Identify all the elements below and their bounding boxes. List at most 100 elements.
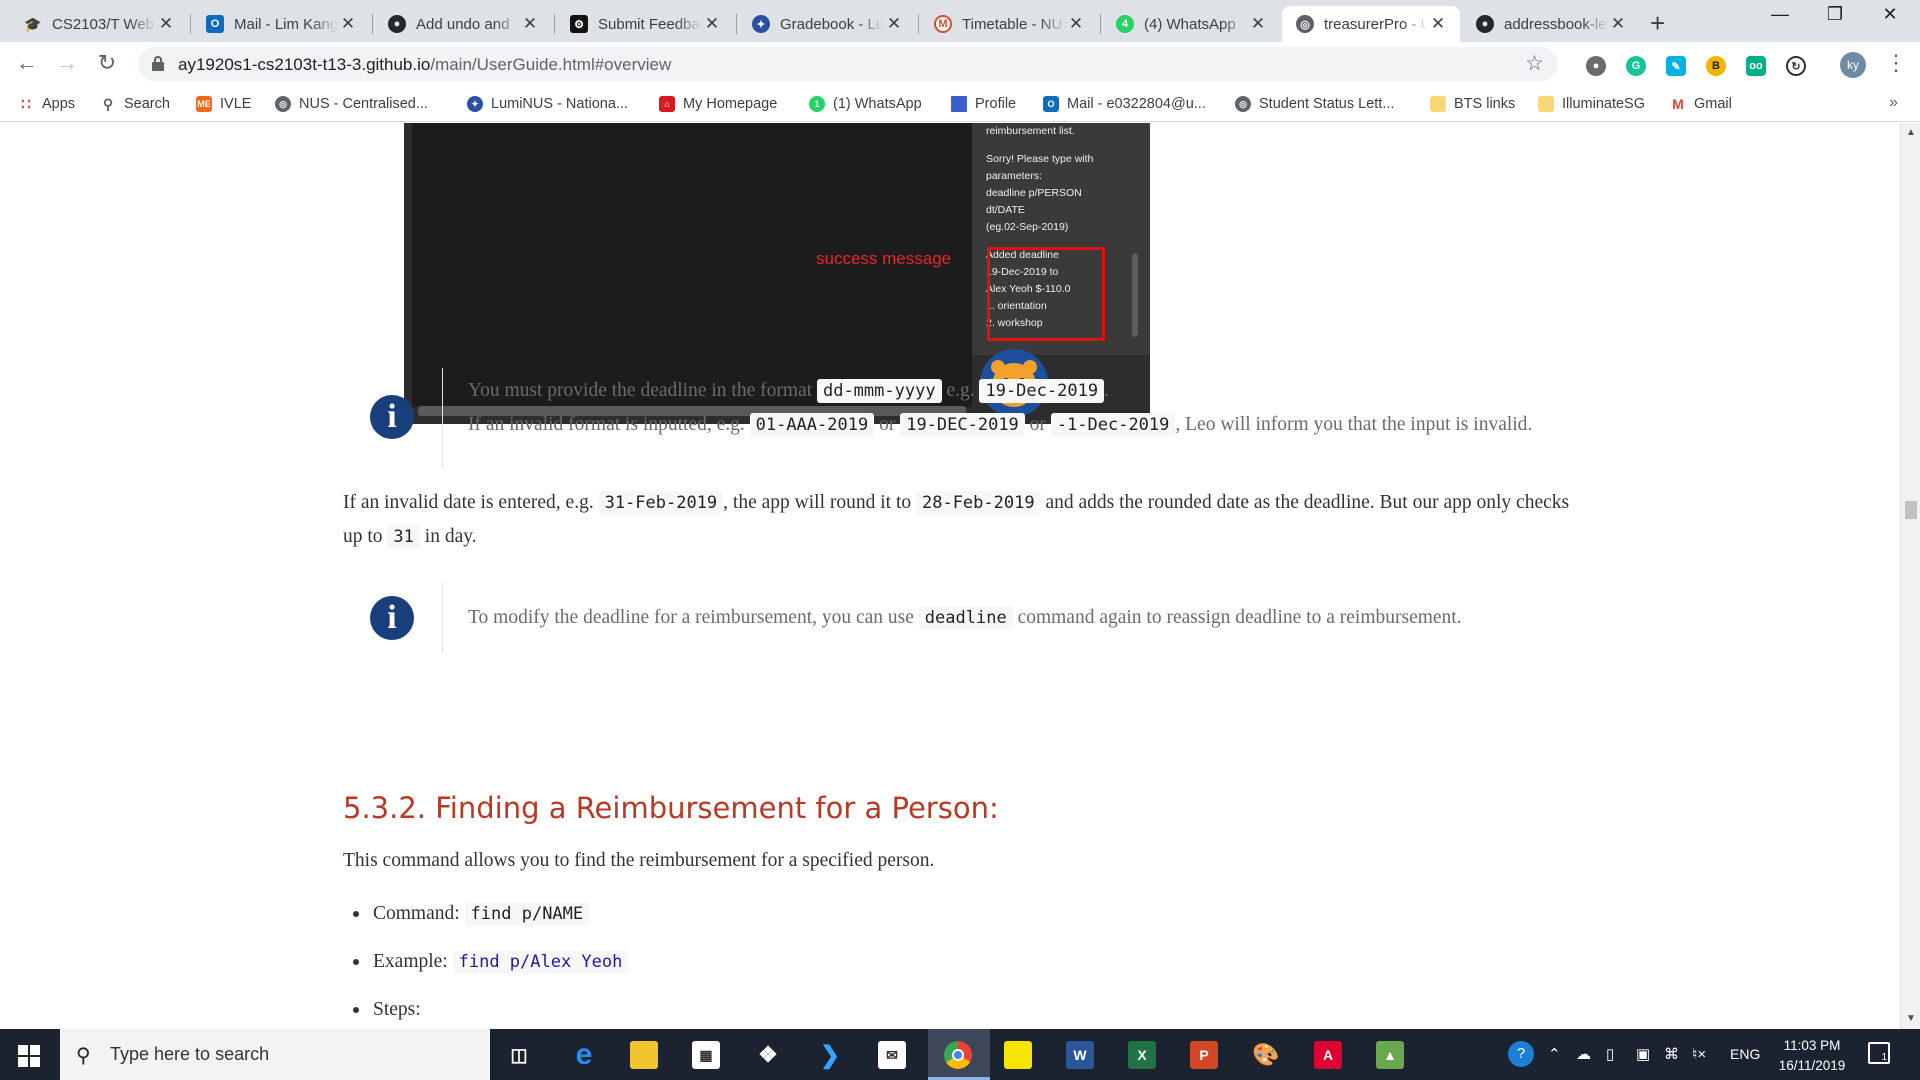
inline-code: -1-Dec-2019: [1050, 413, 1176, 437]
sticky-notes-icon[interactable]: [1004, 1041, 1032, 1069]
edge-icon[interactable]: e: [570, 1038, 598, 1071]
bookmark-ivle[interactable]: ME IVLE: [196, 93, 251, 115]
taskbar-search-box[interactable]: ⚲ Type here to search: [60, 1029, 490, 1080]
close-icon[interactable]: ✕: [1428, 14, 1448, 34]
close-icon[interactable]: ✕: [1066, 14, 1086, 34]
bookmark-apps[interactable]: ∷ Apps: [18, 93, 75, 115]
grammarly-icon[interactable]: G: [1626, 56, 1646, 76]
restore-button[interactable]: ❐: [1805, 4, 1865, 25]
tab-cs2103-website[interactable]: 🎓 CS2103/T Website ✕: [10, 6, 188, 42]
bookmark-bts-links[interactable]: BTS links: [1430, 93, 1515, 115]
mail-icon[interactable]: ✉: [878, 1041, 906, 1069]
bookmark-star-icon[interactable]: ☆: [1525, 51, 1544, 76]
close-icon[interactable]: ✕: [884, 14, 904, 34]
extension-circle-icon[interactable]: ●: [1586, 56, 1606, 76]
device-icon[interactable]: ▣: [1636, 1045, 1650, 1063]
bookmark-profile[interactable]: Profile: [951, 93, 1016, 115]
angular-icon[interactable]: A: [1314, 1041, 1342, 1069]
profile-avatar[interactable]: ky: [1840, 52, 1866, 78]
scrollbar-thumb[interactable]: [1905, 501, 1917, 519]
close-icon[interactable]: ✕: [1248, 14, 1268, 34]
globe-icon: ◎: [275, 96, 291, 112]
address-bar[interactable]: ay1920s1-cs2103t-t13-3.github.io/main/Us…: [138, 47, 1558, 81]
text-run: e.g.: [941, 380, 980, 401]
text-run: or: [874, 414, 901, 435]
tray-chevron-icon[interactable]: ⌃: [1548, 1045, 1561, 1063]
close-icon[interactable]: ✕: [338, 14, 358, 34]
bookmark-illuminatesg[interactable]: IlluminateSG: [1538, 93, 1645, 115]
url-host: ay1920s1-cs2103t-t13-3.github.io: [178, 55, 431, 74]
paint-icon[interactable]: 🎨: [1252, 1041, 1280, 1069]
b-extension-icon[interactable]: B: [1706, 56, 1726, 76]
close-icon[interactable]: ✕: [1608, 14, 1628, 34]
back-button[interactable]: ←: [12, 50, 42, 76]
store-icon[interactable]: ▦: [692, 1041, 720, 1069]
taskbar-clock[interactable]: 11:03 PM 16/11/2019: [1772, 1036, 1852, 1076]
minimize-button[interactable]: —: [1750, 4, 1810, 25]
chrome-icon[interactable]: [944, 1041, 972, 1069]
close-window-button[interactable]: ✕: [1860, 4, 1920, 25]
bookmark-label: My Homepage: [683, 96, 778, 112]
battery-icon[interactable]: ▯: [1606, 1045, 1614, 1063]
bookmarks-overflow-icon[interactable]: »: [1889, 94, 1898, 112]
list-item: Example: find p/Alex Yeoh: [343, 945, 629, 993]
page-scrollbar[interactable]: ▲ ▼: [1900, 123, 1920, 1029]
reload-button[interactable]: ↻: [92, 50, 122, 76]
vscode-icon[interactable]: ❯: [816, 1041, 844, 1069]
bookmark-student-status[interactable]: ◎ Student Status Lett...: [1235, 93, 1394, 115]
pen-extension-icon[interactable]: ✎: [1666, 56, 1686, 76]
tab-mail[interactable]: O Mail - Lim Kang Yee ✕: [192, 6, 370, 42]
bookmark-gmail[interactable]: M Gmail: [1670, 93, 1732, 115]
excel-icon[interactable]: X: [1128, 1041, 1156, 1069]
bookmark-label: Student Status Lett...: [1259, 96, 1395, 112]
close-icon[interactable]: ✕: [520, 14, 540, 34]
tab-treasurerpro[interactable]: ◎ treasurerPro - User Guide ✕: [1282, 6, 1460, 42]
scroll-down-arrow-icon[interactable]: ▼: [1906, 1013, 1916, 1024]
bookmark-nus-centralised[interactable]: ◎ NUS - Centralised...: [275, 93, 428, 115]
dropbox-icon[interactable]: ❖: [754, 1041, 782, 1069]
close-icon[interactable]: ✕: [156, 14, 176, 34]
inline-code: 19-DEC-2019: [900, 413, 1025, 437]
tab-timetable[interactable]: M Timetable - NUSMods ✕: [920, 6, 1098, 42]
text-run: , Leo will inform you that the input is …: [1175, 414, 1533, 435]
info-icon: i: [370, 395, 414, 439]
whatsapp-icon: 1: [809, 96, 825, 112]
tab-add-undo[interactable]: ● Add undo and ✕: [374, 6, 552, 42]
forward-button[interactable]: →: [52, 50, 82, 76]
image-app-icon[interactable]: ▲: [1376, 1041, 1404, 1069]
panel-line: parameters:: [986, 170, 1043, 182]
scroll-up-arrow-icon[interactable]: ▲: [1906, 127, 1916, 138]
powerpoint-icon[interactable]: P: [1190, 1041, 1218, 1069]
tab-submit-feedback[interactable]: ⚙ Submit Feedback ✕: [556, 6, 734, 42]
tripadvisor-icon[interactable]: oo: [1746, 56, 1766, 76]
task-view-icon[interactable]: ◫: [505, 1041, 533, 1069]
url-text[interactable]: ay1920s1-cs2103t-t13-3.github.io/main/Us…: [178, 55, 671, 75]
sync-extension-icon[interactable]: ↻: [1786, 56, 1806, 76]
tab-whatsapp[interactable]: 4 (4) WhatsApp ✕: [1102, 6, 1280, 42]
word-icon[interactable]: W: [1066, 1041, 1094, 1069]
bookmark-label: (1) WhatsApp: [833, 96, 922, 112]
text-run: Command:: [373, 903, 465, 924]
bookmark-search[interactable]: ⚲ Search: [100, 93, 170, 115]
bookmark-my-homepage[interactable]: ⌂ My Homepage: [659, 93, 777, 115]
volume-muted-icon[interactable]: ♮×: [1692, 1045, 1706, 1063]
close-icon[interactable]: ✕: [702, 14, 722, 34]
onedrive-icon[interactable]: ☁: [1576, 1045, 1591, 1063]
help-icon[interactable]: ?: [1508, 1041, 1534, 1067]
windows-start-button[interactable]: [18, 1045, 40, 1067]
notification-center-icon[interactable]: 1: [1868, 1042, 1890, 1064]
wifi-icon[interactable]: ⌘: [1664, 1045, 1679, 1063]
text-run: You must provide the deadline in the for…: [468, 380, 817, 401]
bookmark-luminus[interactable]: ✦ LumiNUS - Nationa...: [467, 93, 628, 115]
bookmark-whatsapp[interactable]: 1 (1) WhatsApp: [809, 93, 922, 115]
bookmark-mail[interactable]: O Mail - e0322804@u...: [1043, 93, 1206, 115]
tab-addressbook[interactable]: ● addressbook-level3 ✕: [1462, 6, 1640, 42]
tab-gradebook[interactable]: ✦ Gradebook - LumiNUS ✕: [738, 6, 916, 42]
file-explorer-icon[interactable]: [630, 1041, 658, 1069]
language-indicator[interactable]: ENG: [1730, 1046, 1760, 1062]
panel-line: dt/DATE: [986, 204, 1025, 216]
globe-icon: ◎: [1235, 96, 1251, 112]
browser-menu-icon[interactable]: ⋮: [1885, 50, 1907, 76]
new-tab-button[interactable]: +: [1650, 8, 1665, 39]
inline-code: find p/NAME: [464, 902, 590, 926]
